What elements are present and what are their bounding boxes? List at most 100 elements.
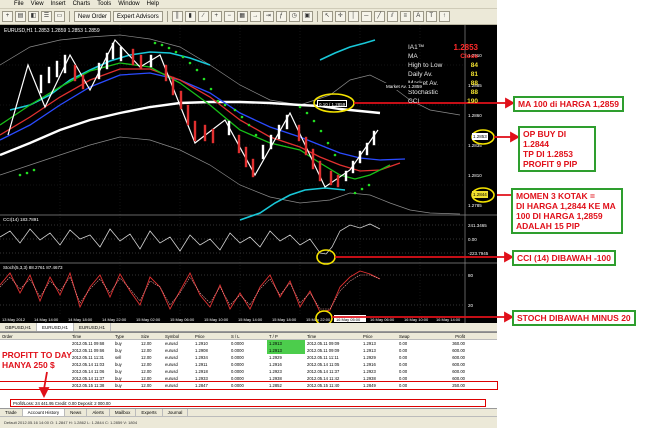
text-icon[interactable]: A — [412, 11, 424, 22]
column-header[interactable]: T / P — [267, 333, 305, 339]
table-cell: 1.2913 — [267, 340, 305, 347]
column-header[interactable]: Time — [70, 333, 113, 339]
table-cell: 0.0000 — [231, 369, 244, 374]
table-cell: 1.2918 — [195, 369, 208, 374]
menu-bar: File View Insert Charts Tools Window Hel… — [0, 0, 497, 9]
indicator-name: Daily Av. — [408, 71, 433, 78]
table-row[interactable]: 2012.05.14 11:03 buy 12.00 eurusd 1.2911 0.00… — [0, 361, 497, 368]
tab-experts[interactable]: Experts — [136, 409, 163, 416]
indicator-value: 1.2853 — [453, 43, 478, 52]
column-header[interactable]: S / L — [229, 333, 267, 339]
tile-windows-icon[interactable]: ▦ — [236, 11, 248, 22]
annotation-line: TP DI 1.2853 — [523, 149, 573, 159]
menu-help[interactable]: Help — [147, 1, 159, 7]
time-tick-label: 15 May 06:00 — [170, 317, 195, 322]
chart-window[interactable]: EURUSD,H1 1.2853 1.2859 1.2853 1.2859 1.… — [0, 25, 497, 323]
ma100-price-tag: 0.10 / 1.2859 — [317, 100, 348, 107]
stoch-indicator-label: Stoch(5,3,3) 88.2761 87.4673 — [3, 265, 63, 270]
table-cell: 600.00 — [452, 362, 465, 367]
templates-icon[interactable]: ▣ — [301, 11, 313, 22]
menu-insert[interactable]: Insert — [51, 1, 66, 7]
table-cell: 1.2852 — [269, 383, 282, 388]
op-buy-annotation: OP BUY DI 1.2844 TP DI 1.2853 PROFIT 9 P… — [518, 126, 596, 172]
highlight-ellipses — [313, 93, 495, 323]
table-row[interactable]: 2012.05.14 11:06 buy 12.00 eurusd 1.2918 0.00… — [0, 368, 497, 375]
line-chart-icon[interactable]: ∕ — [197, 11, 209, 22]
navigator-icon[interactable]: ☰ — [41, 11, 52, 22]
expert-advisors-button[interactable]: Expert Advisors — [113, 11, 163, 22]
cci-level-label: -223.7945 — [468, 251, 489, 256]
table-cell: 0.00 — [399, 341, 408, 346]
annotation-line: OP BUY DI 1.2844 — [523, 129, 567, 149]
indicator-name: High to Low — [408, 62, 443, 69]
market-watch-icon[interactable]: ◧ — [28, 11, 39, 22]
fibonacci-icon[interactable]: ≡ — [399, 11, 411, 22]
table-row[interactable]: 2012.05.11 09:68 buy 12.00 eurusd 1.2910 0.00… — [0, 340, 497, 347]
table-cell: 0.00 — [399, 376, 408, 381]
tab-gbpusd-h1[interactable]: GBPUSD,H1 — [0, 323, 38, 331]
column-header[interactable]: Time — [305, 333, 361, 339]
arrows-icon[interactable]: ↑ — [438, 11, 450, 22]
table-row[interactable]: 2012.05.11 09:66 buy 12.00 eurusd 1.2908 0.00… — [0, 347, 497, 354]
bar-chart-icon[interactable]: ║ — [171, 11, 183, 22]
column-header[interactable]: Price — [361, 333, 397, 339]
menu-charts[interactable]: Charts — [73, 1, 91, 7]
vertical-line-icon[interactable]: │ — [347, 11, 359, 22]
tab-eurusd-h1[interactable]: EURUSD,H1 — [37, 323, 75, 331]
column-header[interactable]: Price — [193, 333, 229, 339]
tab-news[interactable]: News — [65, 409, 88, 416]
cursor-icon[interactable]: ↖ — [321, 11, 333, 22]
tab-mailbox[interactable]: Mailbox — [110, 409, 137, 416]
table-cell: buy — [115, 369, 122, 374]
indicators-icon[interactable]: ƒ — [275, 11, 287, 22]
new-chart-icon[interactable]: + — [2, 11, 13, 22]
tab-alerts[interactable]: Alerts — [87, 409, 110, 416]
time-tick-label: 14 May 14:00 — [34, 317, 59, 322]
time-tick-label: 15 May 02:00 — [136, 317, 161, 322]
crosshair-icon[interactable]: ✛ — [334, 11, 346, 22]
table-cell: eurusd — [165, 383, 178, 388]
table-cell: 2012.05.14 11:37 — [307, 369, 340, 374]
tab-account-history[interactable]: Account History — [22, 409, 66, 416]
menu-tools[interactable]: Tools — [97, 1, 111, 7]
autoscroll-icon[interactable]: → — [249, 11, 261, 22]
label-icon[interactable]: T — [425, 11, 437, 22]
periods-icon[interactable]: ◷ — [288, 11, 300, 22]
new-order-button[interactable]: New Order — [74, 11, 112, 22]
table-cell: 1.2849 — [363, 383, 376, 388]
tab-trade[interactable]: Trade — [0, 409, 23, 416]
channel-icon[interactable]: ⫽ — [386, 11, 398, 22]
chart-shift-icon[interactable]: ⇥ — [262, 11, 274, 22]
menu-view[interactable]: View — [31, 1, 44, 7]
table-row[interactable]: 2012.05.14 11:37 buy 12.00 eurusd 1.2933 0.00… — [0, 375, 497, 382]
summary-text: Profit/Loss: 24 441.95 Credit: 0.00 Depo… — [13, 401, 111, 406]
table-row[interactable]: 2012.05.11 11:31 sell 12.00 eurusd 1.2934 0.0… — [0, 354, 497, 361]
table-row[interactable]: 2012.05.15 11:38 buy 12.00 eurusd 1.2847 0.00… — [0, 381, 498, 390]
candlestick-icon[interactable]: ▮ — [184, 11, 196, 22]
trendline-icon[interactable]: ╱ — [373, 11, 385, 22]
table-cell: 1.2847 — [195, 383, 208, 388]
horizontal-line-icon[interactable]: ─ — [360, 11, 372, 22]
stoch-signal-line — [0, 274, 381, 310]
table-cell: 2012.05.15 11:38 — [72, 383, 105, 388]
column-header[interactable]: Size — [139, 333, 163, 339]
profiles-icon[interactable]: ▤ — [15, 11, 26, 22]
menu-window[interactable]: Window — [118, 1, 139, 7]
terminal-icon[interactable]: ▭ — [54, 11, 65, 22]
column-header[interactable]: Order — [0, 333, 70, 339]
column-header[interactable]: Profit — [427, 333, 467, 339]
column-header[interactable]: Symbol — [163, 333, 193, 339]
menu-file[interactable]: File — [14, 1, 24, 7]
ma-red-line — [0, 68, 401, 172]
tab-eurusd-h1-2[interactable]: EURUSD,H1 — [74, 323, 112, 331]
envelope-lower-line — [0, 136, 461, 215]
tab-journal[interactable]: Journal — [163, 409, 189, 416]
toolbar-divider — [316, 11, 318, 22]
zoom-in-icon[interactable]: + — [210, 11, 222, 22]
table-cell: 2012.05.14 11:03 — [72, 362, 105, 367]
column-header[interactable]: Type — [113, 333, 139, 339]
annotation-text: MA 100 di HARGA 1,2859 — [518, 99, 619, 109]
zoom-out-icon[interactable]: − — [223, 11, 235, 22]
momen-annotation: MOMEN 3 KOTAK = DI HARGA 1,2844 KE MA 10… — [511, 188, 623, 234]
column-header[interactable]: Swap — [397, 333, 427, 339]
